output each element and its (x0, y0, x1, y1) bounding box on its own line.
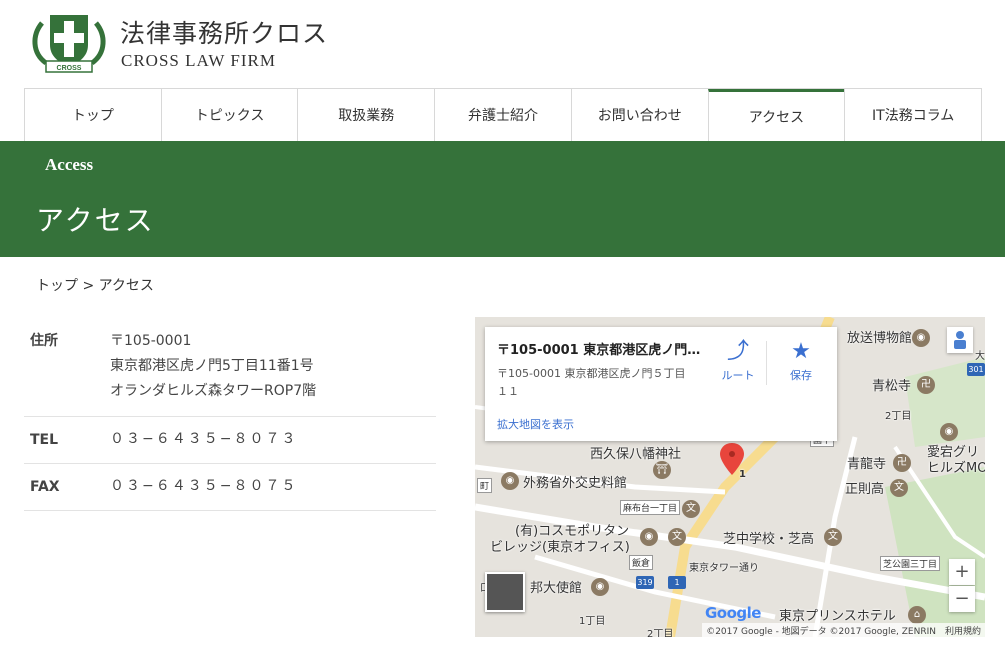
card-divider (766, 341, 767, 385)
school-icon-4: 文 (824, 528, 842, 546)
directions-button[interactable]: ⤴ ルート (710, 339, 766, 383)
landmark-icon-2: ◉ (501, 472, 519, 490)
road-sign-iikura: 飯倉 (629, 555, 654, 570)
fax-value: ０３−６４３５−８０７５ (110, 478, 298, 494)
nav-item-top[interactable]: トップ (24, 89, 161, 141)
map-label-2chome-bottom: 2丁目 (647, 629, 674, 637)
satellite-toggle-thumbnail[interactable] (485, 572, 525, 612)
map-label-embassy: 邦大使館 (530, 581, 583, 596)
road-sign-shibakoen: 芝公園三丁目 (880, 556, 941, 571)
site-header: CROSS 法律事務所クロス CROSS LAW FIRM (0, 0, 1005, 88)
directions-label: ルート (721, 369, 755, 382)
brand-name-japanese[interactable]: 法律事務所クロス (120, 14, 328, 50)
landmark-icon: ◉ (940, 423, 958, 441)
place-address-line-2: １１ (497, 385, 519, 398)
school-icon-3: 文 (668, 528, 686, 546)
route-319-shield: 319 (636, 576, 654, 589)
place-title: 〒105-0001 東京都港区虎ノ門... (497, 343, 702, 358)
map-label-tower-dori: 東京タワー通り (689, 563, 759, 574)
map-label-1chome: 1丁目 (579, 616, 606, 627)
map-label-museum: 放送博物館 (847, 331, 913, 346)
nav-item-access[interactable]: アクセス (707, 89, 845, 141)
map-label-cosmo-2: ビレッジ(東京オフィス) (490, 540, 630, 555)
enlarge-map-link[interactable]: 拡大地図を表示 (497, 416, 574, 432)
map-label-hills: ヒルズMO (927, 461, 985, 476)
place-info-card: 〒105-0001 東京都港区虎ノ門... 〒105-0001 東京都港区虎ノ門… (485, 327, 837, 441)
address-label: 住所 (30, 333, 58, 349)
directions-icon: ⤴ (726, 339, 749, 364)
zoom-out-button[interactable]: − (949, 586, 975, 612)
route-301-shield: 301 (967, 363, 985, 376)
star-icon: ★ (791, 339, 811, 364)
nav-item-contact[interactable]: お問い合わせ (570, 89, 708, 141)
map-attribution[interactable]: ©2017 Google - 地図データ ©2017 Google, ZENRI… (702, 623, 985, 637)
tel-label: TEL (30, 432, 59, 448)
cross-law-firm-logo[interactable]: CROSS (28, 9, 110, 75)
tel-row: TEL ０３−６４３５−８０７３ (24, 417, 436, 464)
breadcrumb[interactable]: トップ > アクセス (36, 275, 154, 295)
save-label: 保存 (790, 369, 812, 382)
shrine-icon: ⛩ (653, 461, 671, 479)
embassy-icon: ◉ (591, 578, 609, 596)
map-label-2chome: 2丁目 (885, 411, 912, 422)
fax-label: FAX (30, 479, 60, 495)
place-address-line-1: 〒105-0001 東京都港区虎ノ門５丁目 (497, 367, 686, 380)
map-label-gaimusho: 外務省外交史料館 (523, 476, 628, 491)
temple-icon: 卍 (917, 376, 935, 394)
address-building: オランダヒルズ森タワーROP7階 (110, 383, 317, 399)
map-label-prince-hotel: 東京プリンスホテル (779, 609, 896, 624)
map-label-edge: 大 (975, 351, 985, 362)
map-label-seiryuji: 青龍寺 (847, 457, 887, 472)
street-view-pegman-icon[interactable] (947, 327, 973, 353)
address-row: 住所 〒105-0001 東京都港区虎ノ門5丁目11番1号 オランダヒルズ森タワ… (24, 317, 436, 417)
google-map[interactable]: 放送博物館 ◉ 青松寺 卍 2丁目 ◉ 愛宕グリ ヒルズMO 園下 西久保八幡神… (475, 317, 985, 637)
address-postal-code: 〒105-0001 (110, 333, 192, 349)
road-sign-azabudai: 麻布台一丁目 (620, 500, 681, 515)
route-1-shield: 1 (668, 576, 686, 589)
page-subtitle: Access (45, 155, 94, 174)
nav-item-practice-areas[interactable]: 取扱業務 (297, 89, 435, 141)
map-label-shosoku: 正則高 (845, 482, 885, 497)
brand-name-english[interactable]: CROSS LAW FIRM (121, 51, 276, 71)
nav-item-topics[interactable]: トピックス (160, 89, 298, 141)
map-label-shibachu: 芝中学校・芝高 (723, 532, 815, 547)
address-street: 東京都港区虎ノ門5丁目11番1号 (110, 358, 314, 374)
map-label-nishikubo: 西久保八幡神社 (590, 447, 682, 462)
save-place-button[interactable]: ★ 保存 (773, 339, 829, 383)
nav-item-it-law-column[interactable]: IT法務コラム (844, 89, 983, 141)
zoom-in-button[interactable]: + (949, 559, 975, 585)
tel-value: ０３−６４３５−８０７３ (110, 431, 298, 447)
fax-row: FAX ０３−６４３５−８０７５ (24, 464, 436, 511)
museum-icon: ◉ (912, 329, 930, 347)
google-logo: Google (705, 604, 761, 622)
school-icon-2: 文 (682, 500, 700, 518)
temple-icon-2: 卍 (893, 454, 911, 472)
access-info-table: 住所 〒105-0001 東京都港区虎ノ門5丁目11番1号 オランダヒルズ森タワ… (24, 317, 436, 511)
place-address: 〒105-0001 東京都港区虎ノ門５丁目 １１ (497, 365, 707, 401)
logo-ribbon-text: CROSS (57, 65, 82, 72)
map-pin-label: 1 (739, 469, 746, 480)
page-title: アクセス (36, 204, 155, 237)
road-sign-left: 町 (477, 478, 493, 493)
address-value: 〒105-0001 東京都港区虎ノ門5丁目11番1号 オランダヒルズ森タワーRO… (110, 329, 316, 404)
page-banner: Access アクセス (0, 141, 1005, 257)
map-label-seishoji: 青松寺 (872, 379, 912, 394)
nav-item-lawyers[interactable]: 弁護士紹介 (434, 89, 571, 141)
hotel-icon: ⌂ (908, 606, 926, 624)
landmark-icon-3: ◉ (640, 528, 658, 546)
main-navigation: トップ トピックス 取扱業務 弁護士紹介 お問い合わせ アクセス IT法務コラム (24, 88, 983, 141)
google-logo-text: Google (705, 604, 761, 622)
school-icon: 文 (890, 479, 908, 497)
